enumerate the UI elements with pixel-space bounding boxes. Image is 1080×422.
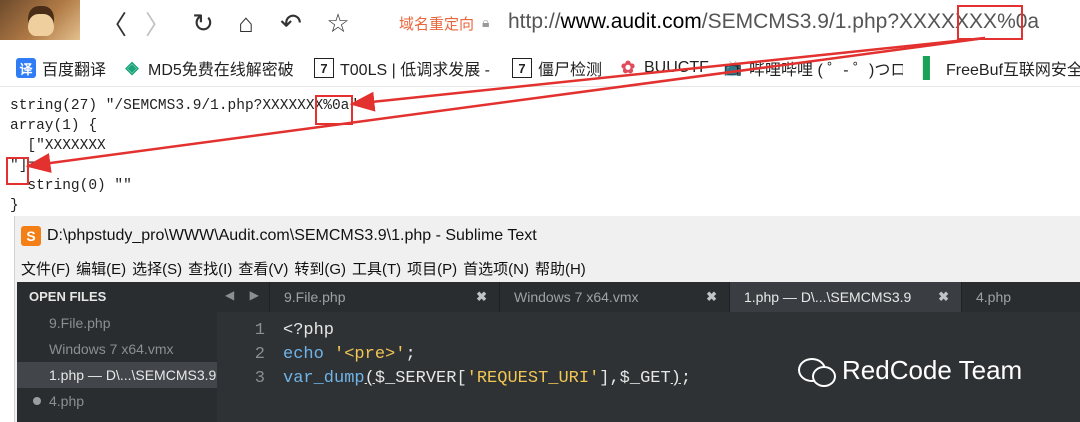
annotation-arrows — [25, 36, 986, 173]
annotation-arrow — [349, 36, 986, 112]
annotation-arrow — [25, 36, 986, 173]
